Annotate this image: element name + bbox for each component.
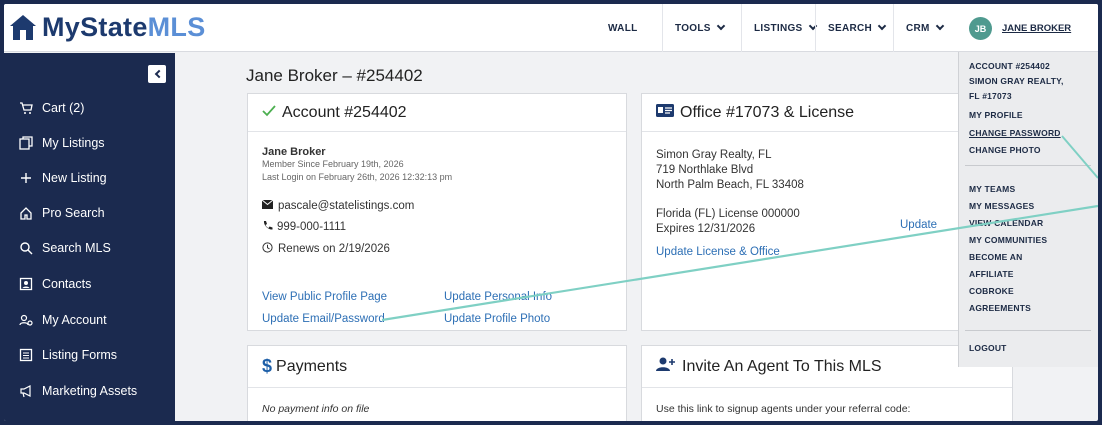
- sidebar-item-search-mls[interactable]: Search MLS: [18, 238, 111, 258]
- id-card-icon: [656, 103, 674, 122]
- office-address-2: North Palm Beach, FL 33408: [656, 179, 804, 191]
- invite-card-header: Invite An Agent To This MLS: [642, 346, 1012, 388]
- license-expires: Expires 12/31/2026: [656, 223, 756, 235]
- dropdown-my-teams[interactable]: MY TEAMS: [969, 184, 1015, 194]
- office-address-1: 719 Northlake Blvd: [656, 164, 754, 176]
- payments-card-header: $ Payments: [248, 346, 626, 388]
- chevron-left-icon: [154, 69, 163, 79]
- phone-row: 999-000-1111: [262, 220, 612, 234]
- dropdown-change-password[interactable]: CHANGE PASSWORD: [969, 128, 1061, 138]
- dropdown-affiliate[interactable]: AFFILIATE: [969, 269, 1014, 279]
- dropdown-change-photo[interactable]: CHANGE PHOTO: [969, 145, 1041, 155]
- nav-search[interactable]: SEARCH: [815, 4, 893, 52]
- sidebar-item-new-listing[interactable]: New Listing: [18, 168, 107, 188]
- sidebar-item-cart[interactable]: Cart (2): [18, 98, 84, 118]
- page-title: Jane Broker – #254402: [246, 66, 423, 85]
- email-row: pascale@statelistings.com: [261, 199, 612, 212]
- account-name: Jane Broker: [262, 146, 326, 158]
- dropdown-company: SIMON GRAY REALTY,: [969, 76, 1064, 86]
- last-login: Last Login on February 26th, 2026 12:32:…: [262, 172, 453, 182]
- user-dropdown-menu: ACCOUNT #254402 SIMON GRAY REALTY, FL #1…: [958, 52, 1098, 367]
- dropdown-logout[interactable]: LOGOUT: [969, 343, 1007, 353]
- sidebar-item-contacts[interactable]: Contacts: [18, 274, 91, 294]
- dropdown-become-an[interactable]: BECOME AN: [969, 252, 1022, 262]
- sidebar-item-listing-forms[interactable]: Listing Forms: [18, 345, 117, 365]
- dropdown-view-calendar[interactable]: VIEW CALENDAR: [969, 218, 1043, 228]
- top-bar: MyStateMLS WALL TOOLS LISTINGS SEARCH CR…: [4, 4, 1098, 52]
- payments-empty: No payment info on file: [262, 403, 370, 415]
- sidebar-item-my-account[interactable]: My Account: [18, 310, 107, 330]
- invite-text: Use this link to signup agents under you…: [656, 403, 911, 415]
- sidebar-item-pro-search[interactable]: Pro Search: [18, 203, 105, 223]
- check-icon: [262, 104, 276, 122]
- update-email-password-link[interactable]: Update Email/Password: [262, 313, 385, 325]
- dropdown-my-communities[interactable]: MY COMMUNITIES: [969, 235, 1047, 245]
- chevron-down-icon: [716, 21, 726, 31]
- avatar[interactable]: JB: [969, 17, 992, 40]
- sidebar-item-label: Contacts: [42, 277, 92, 291]
- nav-crm[interactable]: CRM: [893, 4, 958, 52]
- forms-icon: [18, 347, 34, 363]
- logo-text: MyStateMLS: [42, 12, 206, 42]
- account-card: Account #254402 Jane Broker Member Since…: [247, 93, 627, 331]
- office-card-header: Office #17073 & License: [642, 94, 1012, 132]
- office-name: Simon Gray Realty, FL: [656, 149, 772, 161]
- update-personal-info-link[interactable]: Update Personal Info: [444, 291, 552, 303]
- dropdown-agreements[interactable]: AGREEMENTS: [969, 303, 1031, 313]
- dropdown-divider: [965, 330, 1091, 331]
- envelope-icon: [261, 199, 274, 212]
- app-window: MyStateMLS WALL TOOLS LISTINGS SEARCH CR…: [4, 4, 1098, 421]
- dollar-icon: $: [262, 356, 273, 376]
- sidebar-item-label: My Account: [42, 313, 107, 327]
- sidebar-item-label: Pro Search: [42, 206, 105, 220]
- license-number: Florida (FL) License 000000: [656, 208, 800, 220]
- sidebar-item-label: New Listing: [42, 171, 107, 185]
- sidebar-item-label: Listing Forms: [42, 348, 118, 362]
- sidebar-item-label: My Listings: [42, 136, 105, 150]
- member-since: Member Since February 19th, 2026: [262, 159, 404, 169]
- phone-icon: [262, 220, 273, 234]
- megaphone-icon: [18, 383, 34, 399]
- nav-tools[interactable]: TOOLS: [662, 4, 741, 52]
- clock-icon: [262, 242, 273, 256]
- sidebar-item-label: Cart (2): [42, 101, 85, 115]
- update-license-link[interactable]: Update: [900, 218, 937, 233]
- search-icon: [18, 240, 34, 256]
- cart-icon: [18, 100, 34, 116]
- account-icon: [18, 312, 34, 328]
- plus-icon: [18, 170, 34, 186]
- contacts-icon: [18, 276, 34, 292]
- view-public-profile-link[interactable]: View Public Profile Page: [262, 291, 387, 303]
- renews-row: Renews on 2/19/2026: [262, 242, 612, 256]
- logo[interactable]: MyStateMLS: [10, 12, 206, 43]
- nav-wall[interactable]: WALL: [596, 4, 638, 52]
- chevron-down-icon: [877, 21, 887, 31]
- update-profile-photo-link[interactable]: Update Profile Photo: [444, 313, 550, 325]
- home-icon: [18, 205, 34, 221]
- dropdown-cobroke[interactable]: COBROKE: [969, 286, 1014, 296]
- update-license-office-link[interactable]: Update License & Office: [656, 245, 998, 260]
- add-user-icon: [656, 357, 676, 376]
- sidebar-item-label: Marketing Assets: [42, 384, 138, 398]
- payments-card: $ Payments No payment info on file: [247, 345, 627, 421]
- dropdown-my-profile[interactable]: MY PROFILE: [969, 110, 1023, 120]
- listings-icon: [18, 135, 34, 151]
- house-logo-icon: [10, 14, 36, 41]
- sidebar-item-label: Search MLS: [42, 241, 111, 255]
- dropdown-office-number: FL #17073: [969, 91, 1012, 101]
- sidebar-collapse-button[interactable]: [148, 65, 166, 83]
- sidebar: Cart (2) My Listings New Listing Pro Sea…: [4, 53, 175, 421]
- sidebar-item-marketing-assets[interactable]: Marketing Assets: [18, 381, 137, 401]
- dropdown-divider: [965, 165, 1091, 166]
- account-card-header: Account #254402: [248, 94, 626, 132]
- dropdown-my-messages[interactable]: MY MESSAGES: [969, 201, 1034, 211]
- user-menu-toggle[interactable]: JANE BROKER: [1002, 23, 1071, 34]
- sidebar-item-my-listings[interactable]: My Listings: [18, 133, 105, 153]
- dropdown-account-number: ACCOUNT #254402: [969, 61, 1050, 71]
- chevron-down-icon: [935, 21, 944, 31]
